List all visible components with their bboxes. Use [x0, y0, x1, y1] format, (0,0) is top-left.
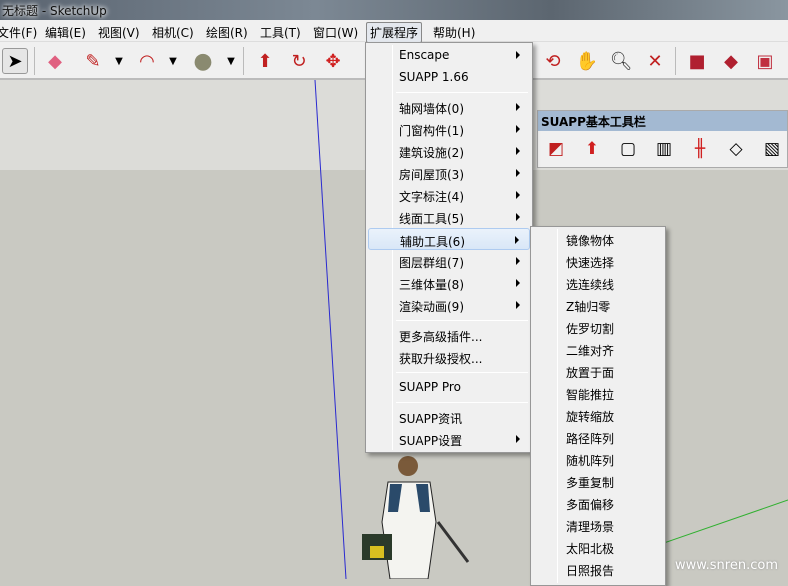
toolbar-title[interactable]: SUAPP基本工具栏: [538, 111, 787, 131]
submenu-item[interactable]: 路径阵列: [533, 426, 663, 448]
ramp-icon[interactable]: ▧: [758, 135, 786, 163]
submenu-item[interactable]: 多面偏移: [533, 492, 663, 514]
menu-item-label: SUAPP 1.66: [399, 70, 469, 84]
submenu-item-label: 智能推拉: [566, 388, 615, 402]
menu-item-text-annotation[interactable]: 文字标注(4): [368, 184, 530, 206]
submenu-item-label: 旋转缩放: [566, 410, 615, 424]
menu-item-3d-volume[interactable]: 三维体量(8): [368, 272, 530, 294]
menu-item-layers-groups[interactable]: 图层群组(7): [368, 250, 530, 272]
menu-separator: [396, 320, 528, 321]
submenu-arrow-icon: [515, 236, 519, 244]
submenu-item[interactable]: 多重复制: [533, 470, 663, 492]
submenu-arrow-icon: [516, 435, 520, 443]
menu-separator: [396, 92, 528, 93]
menu-item-aux-tools[interactable]: 辅助工具(6): [368, 228, 530, 250]
submenu-item-label: 清理场景: [566, 520, 615, 534]
submenu-arrow-icon: [516, 51, 520, 59]
submenu-item-label: 太阳北极: [566, 542, 615, 556]
menu-item-label: 建筑设施(2): [399, 146, 464, 160]
submenu-item[interactable]: 放置于面: [533, 360, 663, 382]
submenu-arrow-icon: [516, 257, 520, 265]
menu-item-grid-wall[interactable]: 轴网墙体(0): [368, 96, 530, 118]
submenu-arrow-icon: [516, 103, 520, 111]
submenu-arrow-icon: [516, 125, 520, 133]
menu-item-label: 三维体量(8): [399, 278, 464, 292]
menu-item-label: 更多高级插件...: [399, 330, 483, 344]
submenu-item-label: 路径阵列: [566, 432, 615, 446]
menu-item-label: 渲染动画(9): [399, 300, 464, 314]
menu-item-suapp-version[interactable]: SUAPP 1.66: [368, 66, 530, 88]
menu-separator: [396, 372, 528, 373]
menu-item-suapp-settings[interactable]: SUAPP设置: [368, 428, 530, 450]
window-icon[interactable]: ▢: [614, 135, 642, 163]
menu-item-label: 门窗构件(1): [399, 124, 464, 138]
submenu-arrow-icon: [516, 169, 520, 177]
submenu-item-label: 镜像物体: [566, 234, 615, 248]
menu-item-label: 获取升级授权...: [399, 352, 483, 366]
submenu-item[interactable]: 日照报告: [533, 558, 663, 580]
menu-item-label: 辅助工具(6): [400, 235, 465, 249]
submenu-item[interactable]: 佐罗切割: [533, 316, 663, 338]
menu-item-doors-windows[interactable]: 门窗构件(1): [368, 118, 530, 140]
submenu-item[interactable]: 快速选择: [533, 250, 663, 272]
submenu-item-label: Z轴归零: [566, 300, 611, 314]
submenu-arrow-icon: [516, 213, 520, 221]
submenu-arrow-icon: [516, 191, 520, 199]
submenu-item-label: 多面偏移: [566, 498, 615, 512]
wall-icon[interactable]: ◩: [542, 135, 570, 163]
menu-item-label: 线面工具(5): [399, 212, 464, 226]
submenu-item-label: 随机阵列: [566, 454, 615, 468]
menu-item-enscape[interactable]: Enscape: [368, 44, 530, 66]
door-icon[interactable]: ⬆: [578, 135, 606, 163]
submenu-item[interactable]: 旋转缩放: [533, 404, 663, 426]
aux-tools-submenu: 镜像物体 快速选择 选连续线 Z轴归零 佐罗切割 二维对齐 放置于面 智能推拉 …: [530, 226, 666, 586]
menu-separator: [396, 402, 528, 403]
submenu-item[interactable]: 镜像物体: [533, 228, 663, 250]
menu-item-building-facilities[interactable]: 建筑设施(2): [368, 140, 530, 162]
watermark: www.snren.com: [674, 558, 778, 573]
menu-item-suapp-news[interactable]: SUAPP资讯: [368, 406, 530, 428]
submenu-item[interactable]: 二维对齐: [533, 338, 663, 360]
submenu-item[interactable]: Z轴归零: [533, 294, 663, 316]
extensions-dropdown: Enscape SUAPP 1.66 轴网墙体(0) 门窗构件(1) 建筑设施(…: [365, 42, 533, 453]
railing-icon[interactable]: ╫: [686, 135, 714, 163]
stairs-icon[interactable]: ◇: [722, 135, 750, 163]
submenu-item[interactable]: 选连续线: [533, 272, 663, 294]
suapp-basic-toolbar: SUAPP基本工具栏 ◩ ⬆ ▢ ▥ ╫ ◇ ▧: [537, 110, 788, 168]
blue-axis: [314, 79, 347, 579]
menu-item-line-face-tools[interactable]: 线面工具(5): [368, 206, 530, 228]
menu-item-rooms-roofs[interactable]: 房间屋顶(3): [368, 162, 530, 184]
submenu-item-label: 放置于面: [566, 366, 615, 380]
menu-item-upgrade-license[interactable]: 获取升级授权...: [368, 346, 530, 368]
menu-item-label: 文字标注(4): [399, 190, 464, 204]
menu-item-suapp-pro[interactable]: SUAPP Pro: [368, 376, 530, 398]
menu-item-more-plugins[interactable]: 更多高级插件...: [368, 324, 530, 346]
submenu-arrow-icon: [516, 147, 520, 155]
submenu-item-label: 多重复制: [566, 476, 615, 490]
submenu-item[interactable]: 太阳北极: [533, 536, 663, 558]
menu-item-label: Enscape: [399, 48, 450, 62]
submenu-item-label: 日照报告: [566, 564, 615, 578]
submenu-item-label: 佐罗切割: [566, 322, 615, 336]
menu-item-label: SUAPP资讯: [399, 412, 463, 426]
submenu-item[interactable]: 智能推拉: [533, 382, 663, 404]
menu-item-label: 图层群组(7): [399, 256, 464, 270]
scale-figure: [362, 456, 470, 579]
curtain-wall-icon[interactable]: ▥: [650, 135, 678, 163]
submenu-item[interactable]: 清理场景: [533, 514, 663, 536]
menu-item-label: SUAPP设置: [399, 434, 463, 448]
submenu-item-label: 快速选择: [566, 256, 615, 270]
submenu-item[interactable]: 随机阵列: [533, 448, 663, 470]
menu-item-render-animation[interactable]: 渲染动画(9): [368, 294, 530, 316]
menu-item-label: SUAPP Pro: [399, 380, 461, 394]
submenu-arrow-icon: [516, 301, 520, 309]
menu-item-label: 轴网墙体(0): [399, 102, 464, 116]
submenu-item-label: 选连续线: [566, 278, 615, 292]
submenu-item-label: 二维对齐: [566, 344, 615, 358]
submenu-arrow-icon: [516, 279, 520, 287]
menu-item-label: 房间屋顶(3): [399, 168, 464, 182]
